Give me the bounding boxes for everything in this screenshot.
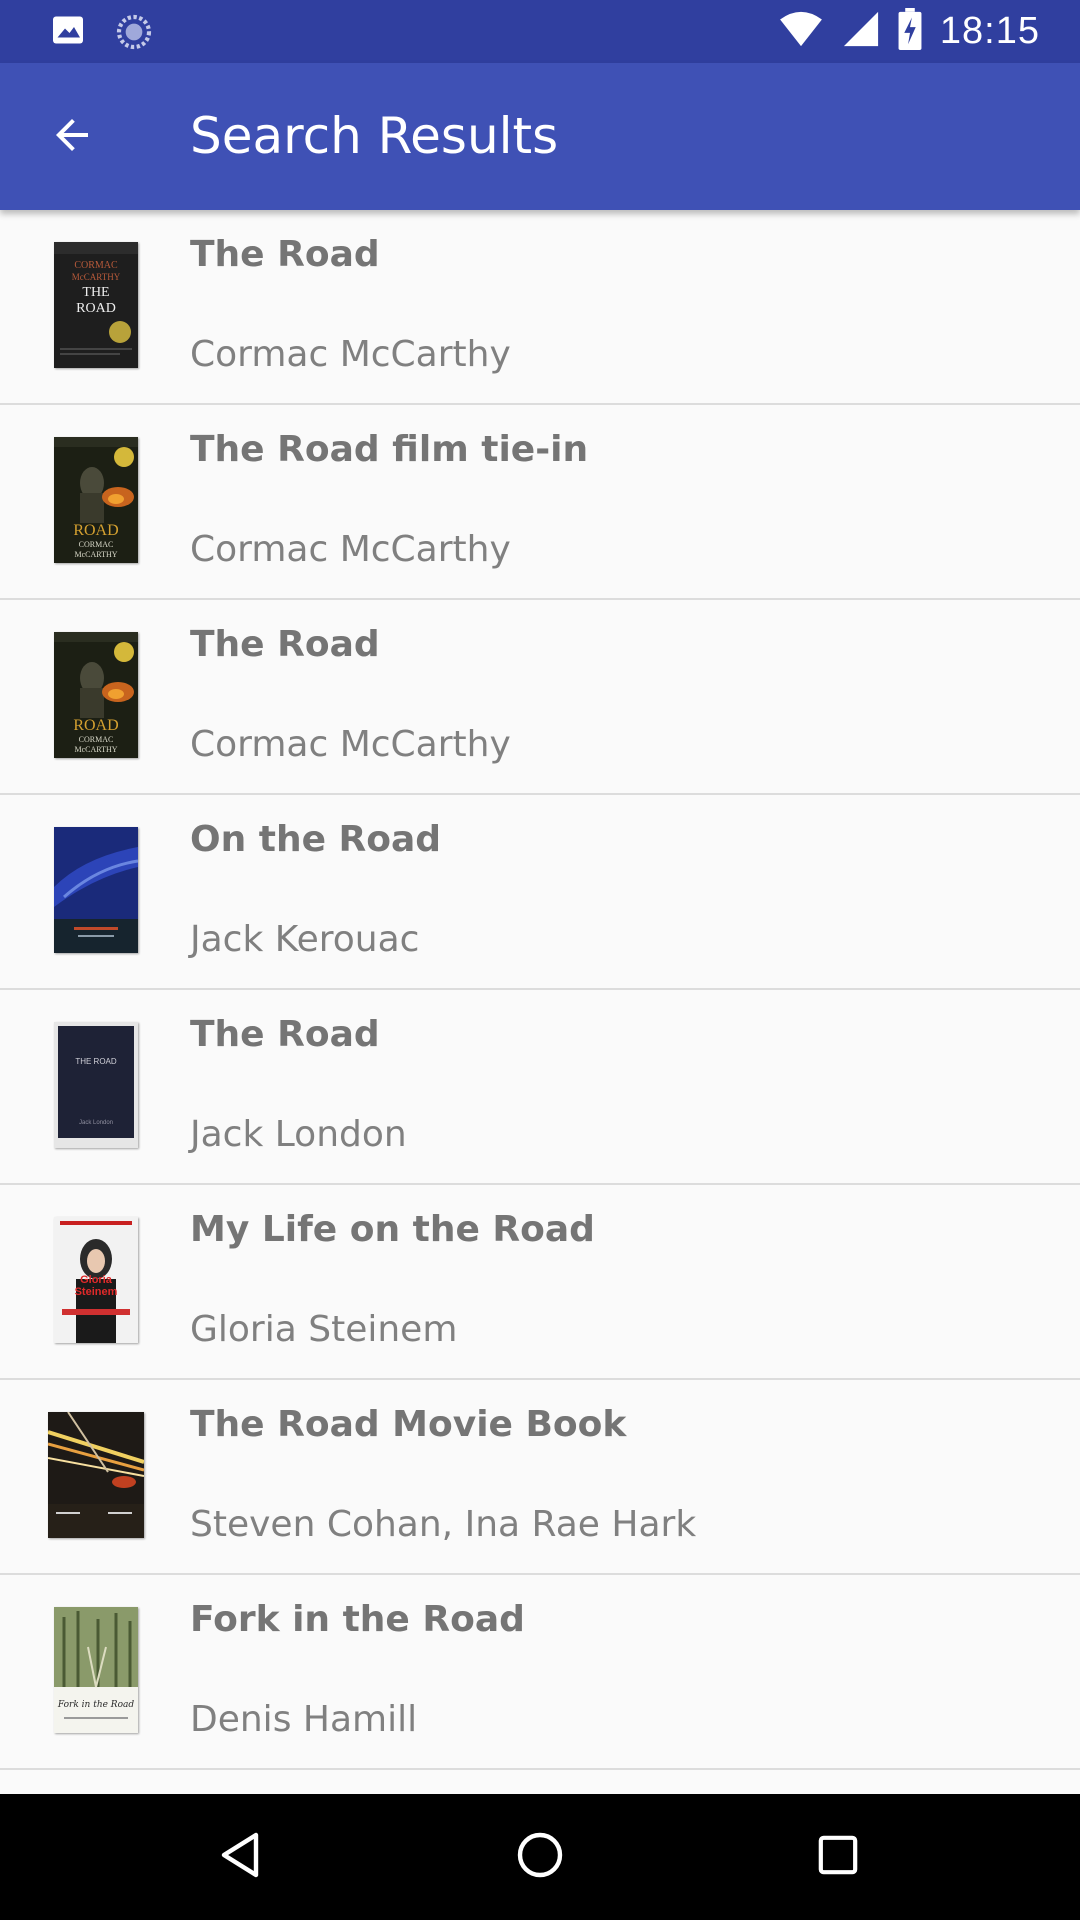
svg-text:Steinem: Steinem [75,1286,118,1298]
book-title: On the Road [190,819,442,860]
sync-icon [114,12,154,57]
book-author: Cormac McCarthy [190,724,511,765]
svg-text:Fork in the Road: Fork in the Road [57,1700,134,1710]
recents-square-icon [817,1834,859,1881]
svg-text:Jack London: Jack London [79,1120,113,1126]
back-triangle-icon [218,1831,262,1884]
book-title: The Road [190,1014,380,1055]
list-item[interactable]: Fork in the Road Fork in the Road Denis … [0,1575,1080,1770]
svg-text:ROAD: ROAD [73,522,118,539]
book-title: Fork in the Road [190,1599,525,1640]
book-author: Cormac McCarthy [190,334,511,375]
svg-text:McCARTHY: McCARTHY [74,550,117,559]
book-author: Cormac McCarthy [190,529,511,570]
book-title: The Road [190,624,380,665]
book-title: The Road Movie Book [190,1404,627,1445]
book-title: The Road film tie-in [190,429,589,470]
svg-text:CORMAC: CORMAC [79,735,114,744]
book-author: Gloria Steinem [190,1309,458,1350]
status-time: 18:15 [939,10,1040,52]
nav-home-button[interactable] [510,1827,570,1887]
book-title: The Road [190,234,380,275]
book-author: Steven Cohan, Ina Rae Hark [190,1504,697,1545]
book-author: Denis Hamill [190,1699,418,1740]
svg-text:CORMAC: CORMAC [79,540,114,549]
home-circle-icon [516,1831,564,1884]
book-cover-image: CORMAC McCARTHY THE ROAD [54,242,138,368]
navigation-bar [0,1794,1080,1920]
list-item[interactable]: ROAD CORMAC McCARTHY The Road film tie-i… [0,405,1080,600]
svg-text:THE: THE [82,285,109,300]
page-title: Search Results [190,107,559,165]
book-cover-image: Fork in the Road [54,1607,138,1733]
svg-text:THE ROAD: THE ROAD [75,1057,117,1066]
nav-back-button[interactable] [210,1827,270,1887]
list-item[interactable]: CORMAC McCARTHY THE ROAD The Road Cormac… [0,210,1080,405]
book-cover-image: THE ROAD Jack London [54,1022,138,1148]
app-bar: Search Results [0,63,1080,210]
svg-text:Gloria: Gloria [80,1274,113,1286]
svg-text:McCARTHY: McCARTHY [72,272,121,282]
results-list[interactable]: CORMAC McCARTHY THE ROAD The Road Cormac… [0,210,1080,1794]
list-item[interactable]: ROAD CORMAC McCARTHY The Road Cormac McC… [0,600,1080,795]
list-item[interactable]: On the Road Jack Kerouac [0,795,1080,990]
back-button[interactable] [30,105,114,169]
book-cover-image: Gloria Steinem [54,1217,138,1343]
book-cover-image: ROAD CORMAC McCARTHY [54,437,138,563]
book-cover-image [48,1412,144,1538]
status-bar: 18:15 [0,0,1080,63]
book-author: Jack Kerouac [190,919,420,960]
svg-text:ROAD: ROAD [76,301,116,316]
list-item[interactable]: Gloria Steinem My Life on the Road Glori… [0,1185,1080,1380]
book-cover-image [54,827,138,953]
book-cover-image: ROAD CORMAC McCARTHY [54,632,138,758]
nav-recents-button[interactable] [808,1827,868,1887]
list-item[interactable]: THE ROAD Jack London The Road Jack Londo… [0,990,1080,1185]
svg-text:McCARTHY: McCARTHY [74,745,117,754]
book-author: Jack London [190,1114,407,1155]
arrow-back-icon [48,111,96,164]
svg-text:CORMAC: CORMAC [74,260,118,271]
signal-icon [842,10,880,53]
book-title: My Life on the Road [190,1209,595,1250]
list-item[interactable]: The Road Movie Book Steven Cohan, Ina Ra… [0,1380,1080,1575]
image-icon [50,12,86,57]
svg-text:ROAD: ROAD [73,717,118,734]
battery-charging-icon [898,8,922,55]
wifi-icon [778,10,824,53]
